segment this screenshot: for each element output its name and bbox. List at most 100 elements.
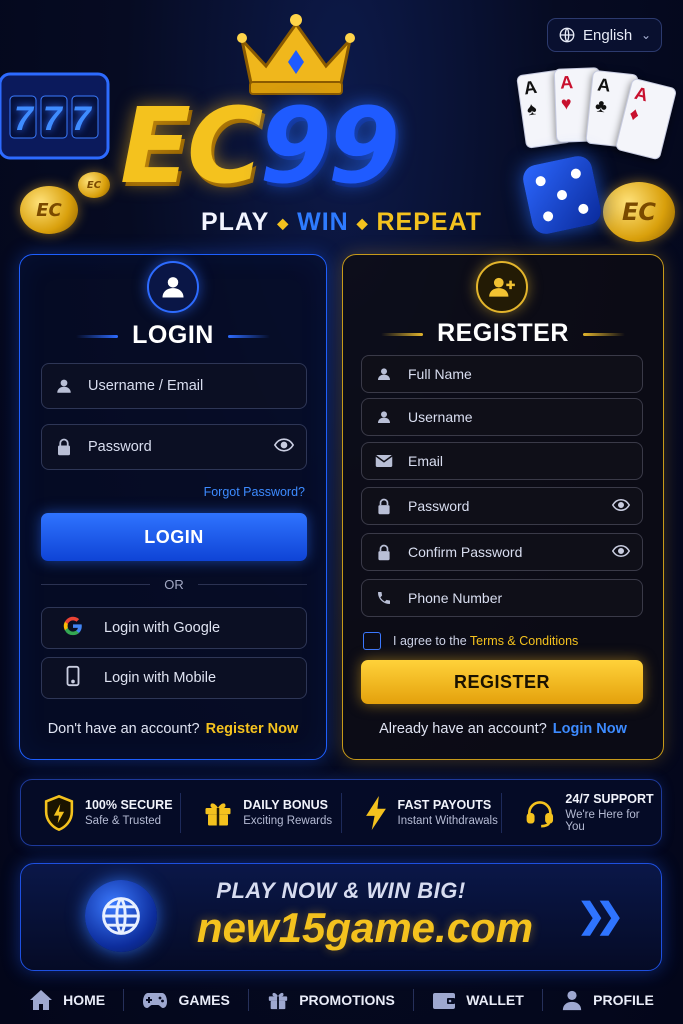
eye-icon[interactable] [273,438,295,456]
full-name-placeholder: Full Name [408,366,472,382]
tagline: PLAY ◆ WIN ◆ REPEAT [200,208,483,236]
feature-title: 100% SECURE [85,798,173,812]
google-icon [62,615,84,641]
register-avatar-icon [476,261,528,313]
agree-checkbox[interactable] [363,632,381,650]
full-name-input[interactable]: Full Name [361,355,643,393]
crown-icon [237,14,355,95]
email-input[interactable]: Email [361,442,643,480]
username-email-placeholder: Username / Email [88,378,204,394]
confirm-password-input[interactable]: Confirm Password [361,533,643,571]
login-avatar-icon [147,261,199,313]
phone-number-input[interactable]: Phone Number [361,579,643,617]
register-password-placeholder: Password [408,498,470,514]
brand-logo: EC99 [120,86,540,206]
feature-subtitle: Exciting Rewards [243,815,333,827]
lightning-icon [365,795,386,830]
nav-label: HOME [63,992,106,1008]
envelope-icon [374,454,394,468]
gift-icon [269,992,288,1010]
login-google-button[interactable]: Login with Google [41,607,307,649]
nav-profile[interactable]: PROFILE [561,989,654,1011]
nav-label: GAMES [178,992,230,1008]
login-panel: LOGIN Username / Email Password Forgot P… [19,254,327,760]
user-icon [562,990,582,1011]
username-email-input[interactable]: Username / Email [41,363,307,409]
slot-digits: 777 [14,100,101,138]
user-icon [374,366,394,382]
feature-subtitle: We're Here for You [565,809,640,833]
login-button[interactable]: LOGIN [41,513,307,561]
feature-payouts: FAST PAYOUTS Instant Withdrawals [340,792,501,833]
features-bar: 100% SECURE Safe & Trusted DAILY BONUS Exc… [20,779,662,846]
register-now-link[interactable]: Register Now [206,721,299,737]
feature-title: DAILY BONUS [243,798,328,812]
feature-title: 24/7 SUPPORT [565,792,654,806]
coin-label: EC [86,179,102,191]
shield-icon [44,794,74,831]
confirm-password-placeholder: Confirm Password [408,544,523,560]
register-button[interactable]: REGISTER [361,660,643,704]
password-placeholder: Password [88,439,152,455]
feature-secure: 100% SECURE Safe & Trusted [21,793,180,833]
banner-site-url[interactable]: new15game.com [175,904,555,952]
no-account-text: Don't have an account? [47,721,200,737]
feature-subtitle: Safe & Trusted [85,815,162,827]
agree-text: I agree to the [393,634,467,648]
promo-banner[interactable]: PLAY NOW & WIN BIG! new15game.com ❯❯ [20,863,662,971]
mobile-label: Login with Mobile [104,670,217,686]
bottom-nav: HOME GAMES PROMOTIONS WALLET PROFILE [0,980,683,1020]
login-title: LOGIN [20,321,326,350]
tagline-win: WIN [297,208,349,236]
gift-icon [205,802,231,825]
phone-number-placeholder: Phone Number [408,590,503,606]
headset-icon [526,800,553,828]
nav-wallet[interactable]: WALLET [432,990,524,1010]
register-panel: REGISTER Full Name Username Email Passwo… [342,254,664,760]
username-placeholder: Username [408,409,473,425]
user-icon [374,409,394,425]
login-mobile-button[interactable]: Login with Mobile [41,657,307,699]
feature-subtitle: Instant Withdrawals [397,815,498,827]
eye-icon[interactable] [611,544,631,560]
feature-support: 24/7 SUPPORT We're Here for You [500,792,661,833]
banner-headline: PLAY NOW & WIN BIG! [216,878,466,903]
login-now-link[interactable]: Login Now [553,721,627,737]
logo-ec: EC [120,85,263,207]
email-placeholder: Email [408,453,444,469]
forgot-password-link[interactable]: Forgot Password? [204,485,305,499]
login-footer: Don't have an account? Register Now [20,721,326,737]
nav-home[interactable]: HOME [29,989,105,1011]
hero: 777 EC EC EC EC99 A ♠ A ♥ A ♣ A ♦ PLAY ◆ WIN ◆ R… [0,0,683,250]
agree-terms-row: I agree to the Terms & Conditions [363,632,578,650]
home-icon [30,990,53,1010]
nav-promotions[interactable]: PROMOTIONS [267,989,395,1011]
google-label: Login with Google [104,620,221,636]
gamepad-icon [143,993,168,1008]
eye-icon[interactable] [611,498,631,514]
globe-icon [85,880,157,952]
logo-99: 99 [259,85,400,207]
nav-games[interactable]: GAMES [142,990,230,1010]
feature-bonus: DAILY BONUS Exciting Rewards [180,792,340,833]
have-account-text: Already have an account? [379,721,547,737]
nav-label: PROFILE [593,992,654,1008]
tagline-play: PLAY [200,208,270,236]
wallet-icon [433,993,456,1009]
register-password-input[interactable]: Password [361,487,643,525]
feature-title: FAST PAYOUTS [397,798,492,812]
or-divider: OR [41,577,307,592]
tagline-repeat: REPEAT [376,208,483,236]
lock-icon [374,544,394,561]
phone-icon [374,590,394,606]
nav-label: WALLET [466,992,524,1008]
lock-icon [54,438,74,456]
password-input[interactable]: Password [41,424,307,470]
mobile-phone-icon [62,665,84,691]
username-input[interactable]: Username [361,398,643,436]
register-title: REGISTER [343,319,663,348]
double-chevron-right-icon: ❯❯ [577,897,624,935]
terms-link[interactable]: Terms & Conditions [470,634,578,648]
nav-label: PROMOTIONS [299,992,395,1008]
user-icon [54,377,74,395]
